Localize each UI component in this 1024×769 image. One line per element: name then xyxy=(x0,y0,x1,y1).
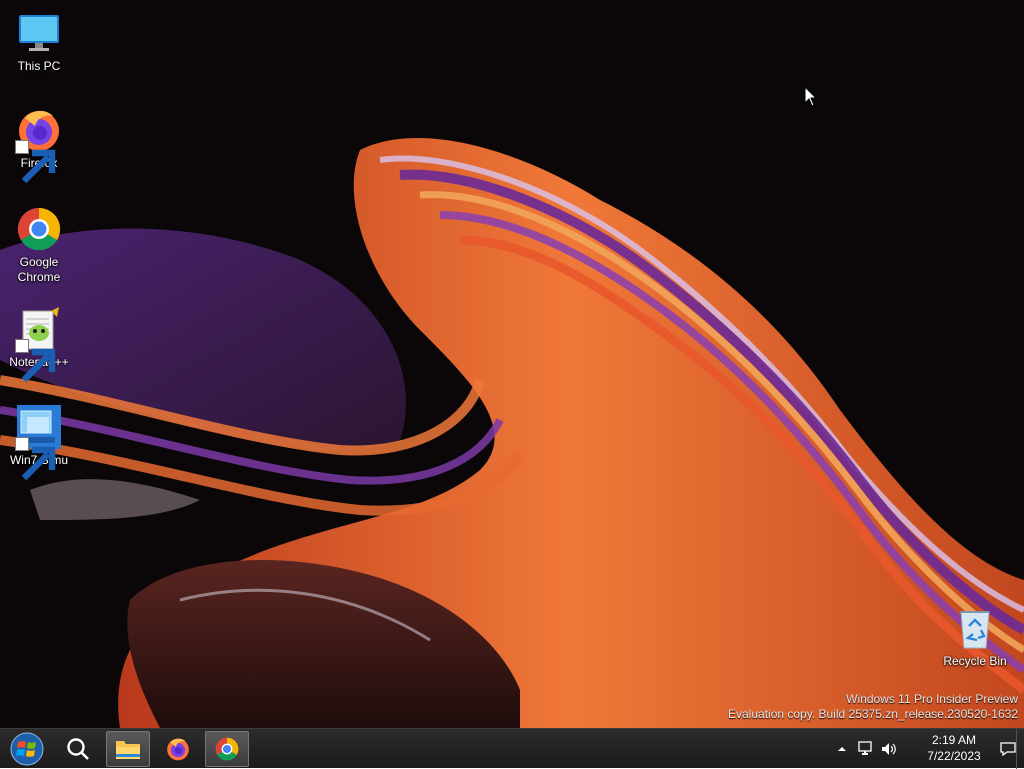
notifications-button[interactable] xyxy=(998,739,1018,759)
search-icon xyxy=(67,738,89,760)
desktop-icon-this-pc[interactable]: This PC xyxy=(1,9,77,74)
start-button[interactable] xyxy=(5,731,49,767)
recycle-bin-icon xyxy=(951,604,999,652)
win7-simu-icon xyxy=(15,403,63,481)
mouse-cursor-icon xyxy=(804,86,818,107)
notepadpp-icon xyxy=(15,305,63,383)
windows-orb-icon xyxy=(10,732,44,766)
taskbar: 2:19 AM 7/22/2023 xyxy=(0,728,1024,769)
system-tray: 2:19 AM 7/22/2023 xyxy=(834,729,1024,769)
desktop-icon-google-chrome[interactable]: Google Chrome xyxy=(1,205,77,285)
desktop-icon-notepadpp[interactable]: Notepad++ xyxy=(1,305,77,383)
monitor-icon xyxy=(15,9,63,57)
firefox-icon xyxy=(167,738,189,761)
folder-icon xyxy=(116,741,140,759)
desktop-icon-firefox[interactable]: Firefox xyxy=(1,106,77,184)
chevron-up-icon xyxy=(838,747,846,751)
desktop-icon-label: This PC xyxy=(17,59,61,73)
wallpaper xyxy=(0,0,1024,728)
clock-date: 7/22/2023 xyxy=(927,749,981,763)
taskbar-chrome[interactable] xyxy=(205,731,249,767)
shortcut-arrow-icon xyxy=(15,339,56,383)
desktop[interactable]: This PC Firefox Google Chrome Notepad++ … xyxy=(0,0,1024,728)
show-desktop-button[interactable] xyxy=(1016,729,1024,769)
show-hidden-icons-button[interactable] xyxy=(834,739,850,759)
taskbar-file-explorer[interactable] xyxy=(106,731,150,767)
shortcut-arrow-icon xyxy=(15,437,56,481)
watermark-line-2: Evaluation copy. Build 25375.zn_release.… xyxy=(728,707,1018,721)
volume-button[interactable] xyxy=(878,739,900,759)
taskbar-firefox[interactable] xyxy=(156,731,200,767)
chrome-icon xyxy=(215,737,239,761)
network-icon xyxy=(858,741,872,755)
clock-time: 2:19 AM xyxy=(931,733,977,747)
desktop-icon-label: Recycle Bin xyxy=(943,654,1007,668)
shortcut-arrow-icon xyxy=(15,140,56,184)
desktop-icon-label: Google Chrome xyxy=(17,255,61,284)
chrome-icon xyxy=(15,205,63,253)
desktop-icon-recycle-bin[interactable]: Recycle Bin xyxy=(937,604,1013,669)
search-button[interactable] xyxy=(56,731,100,767)
notification-icon xyxy=(1000,742,1016,757)
build-watermark: Windows 11 Pro Insider Preview Evaluatio… xyxy=(728,692,1018,722)
watermark-line-1: Windows 11 Pro Insider Preview xyxy=(846,692,1018,706)
clock[interactable]: 2:19 AM 7/22/2023 xyxy=(914,732,994,764)
firefox-icon xyxy=(15,106,63,184)
desktop-icon-win7-simu[interactable]: Win7 Simu xyxy=(1,403,77,481)
volume-icon xyxy=(882,743,896,755)
network-button[interactable] xyxy=(854,739,876,759)
